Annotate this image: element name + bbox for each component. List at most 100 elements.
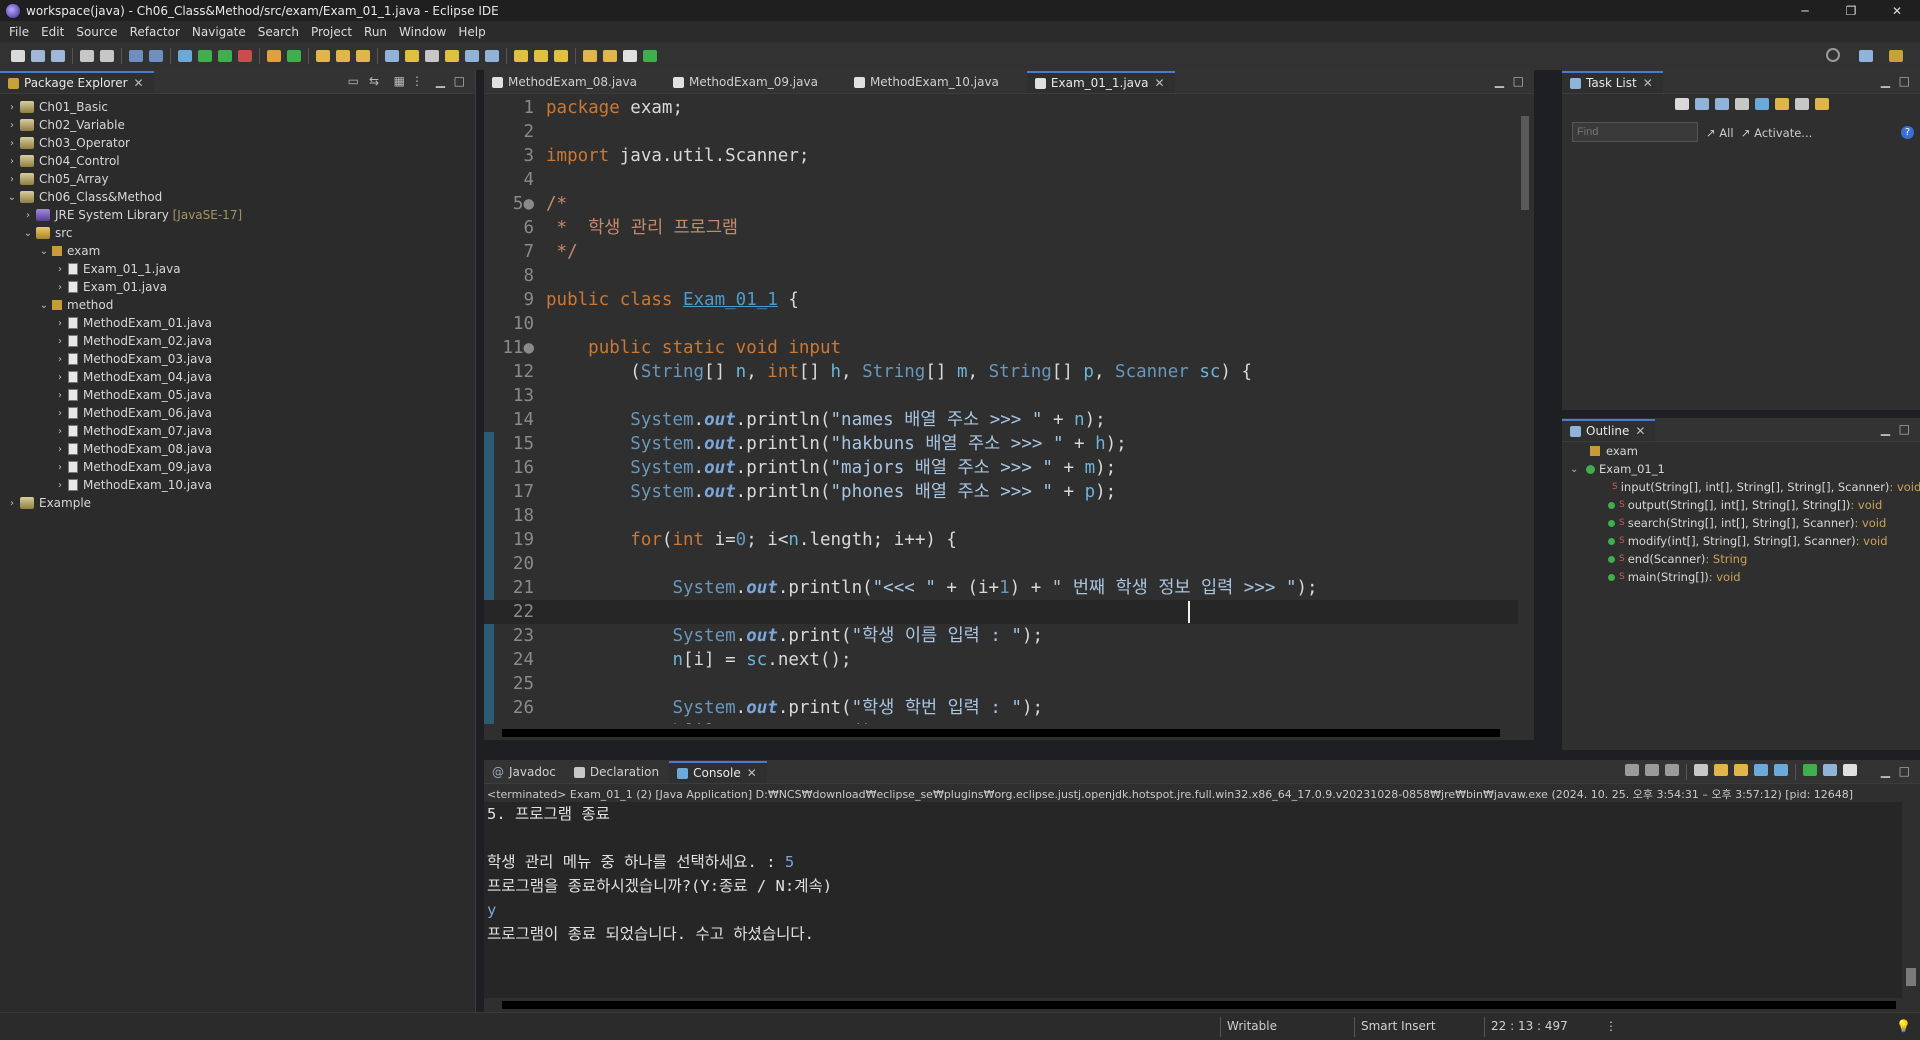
all-link[interactable]: All [1719, 126, 1733, 140]
editor-vertical-scrollbar[interactable] [1518, 98, 1532, 726]
outline-item-package[interactable]: exam [1562, 442, 1920, 460]
tab-declaration[interactable]: Declaration [566, 761, 669, 783]
toggle-mark-occurrences-icon[interactable] [385, 50, 399, 62]
tab-outline[interactable]: Outline ✕ [1562, 419, 1656, 441]
minimize-icon[interactable]: ▁ [1881, 74, 1890, 88]
maximize-icon[interactable]: □ [1513, 74, 1524, 88]
status-insert-mode[interactable]: Smart Insert [1361, 1019, 1436, 1033]
open-type-icon[interactable] [316, 50, 330, 62]
console-horizontal-scrollbar[interactable] [484, 998, 1920, 1012]
minimize-icon[interactable]: ▁ [1881, 764, 1890, 778]
outline-item-method[interactable]: Soutput(String[], int[], String[], Strin… [1562, 496, 1920, 514]
outline-item-method[interactable]: Sinput(String[], int[], String[], String… [1562, 478, 1920, 496]
terminal-icon[interactable] [129, 50, 143, 62]
tree-item-project[interactable]: › Ch02_Variable [0, 116, 475, 134]
chevron-right-icon[interactable]: › [22, 210, 34, 221]
last-edit-location-icon[interactable] [554, 50, 568, 62]
new-class-icon[interactable] [287, 50, 301, 62]
new-java-project-icon[interactable] [267, 50, 281, 62]
outline-item-method[interactable]: Smain(String[]) : void [1562, 568, 1920, 586]
search-icon[interactable] [1826, 48, 1840, 62]
scroll-thumb[interactable] [502, 729, 1500, 737]
menu-edit[interactable]: Edit [38, 25, 73, 39]
block-selection-icon[interactable] [445, 50, 459, 62]
chevron-right-icon[interactable]: › [6, 498, 18, 509]
maximize-icon[interactable]: □ [1899, 74, 1910, 88]
outline-item-method[interactable]: Ssearch(String[], int[], String[], Scann… [1562, 514, 1920, 532]
show-on-error-icon[interactable] [1774, 764, 1788, 776]
activate-link[interactable]: Activate... [1754, 126, 1812, 140]
word-wrap-icon[interactable] [1734, 764, 1748, 776]
chevron-right-icon[interactable]: › [54, 426, 66, 437]
tree-item-file[interactable]: › MethodExam_10.java [0, 476, 475, 494]
tab-package-explorer[interactable]: Package Explorer ✕ [0, 71, 154, 93]
open-console-icon[interactable] [1843, 764, 1857, 776]
maximize-icon[interactable]: □ [454, 74, 465, 88]
minimize-icon[interactable]: ▁ [1881, 422, 1890, 436]
repository-icon[interactable] [1815, 98, 1829, 110]
show-on-output-icon[interactable] [1754, 764, 1768, 776]
menu-file[interactable]: File [6, 25, 38, 39]
search-toolbar-icon[interactable] [356, 50, 370, 62]
tree-item-file[interactable]: › MethodExam_05.java [0, 386, 475, 404]
paragraph-icon[interactable] [485, 50, 499, 62]
tree-item-file[interactable]: › MethodExam_06.java [0, 404, 475, 422]
editor-horizontal-scrollbar[interactable] [484, 726, 1518, 740]
code-area[interactable]: 1 package exam; 2 3 import java.util.Scann… [484, 96, 1518, 724]
display-console-icon[interactable] [1823, 764, 1837, 776]
chevron-right-icon[interactable]: › [54, 480, 66, 491]
terminate-icon[interactable] [1625, 764, 1639, 776]
run-icon[interactable] [198, 50, 212, 62]
chevron-right-icon[interactable]: › [54, 390, 66, 401]
menu-refactor[interactable]: Refactor [127, 25, 189, 39]
tree-item-project[interactable]: ⌄ Ch06_Class&Method [0, 188, 475, 206]
chevron-down-icon[interactable]: ⌄ [22, 228, 34, 239]
remove-all-icon[interactable] [1665, 764, 1679, 776]
close-window-button[interactable]: ✕ [1874, 0, 1920, 21]
chevron-down-icon[interactable]: ⌄ [6, 192, 18, 203]
tree-item-package[interactable]: ⌄ exam [0, 242, 475, 260]
chevron-down-icon[interactable]: ⌄ [38, 300, 50, 311]
close-icon[interactable]: ✕ [747, 766, 757, 780]
menu-project[interactable]: Project [308, 25, 361, 39]
java-perspective-icon[interactable] [1889, 50, 1903, 62]
tree-item-file[interactable]: › MethodExam_09.java [0, 458, 475, 476]
tree-item-project[interactable]: › Example [0, 494, 475, 512]
maximize-icon[interactable]: □ [1899, 422, 1910, 436]
chevron-right-icon[interactable]: › [6, 102, 18, 113]
chevron-right-icon[interactable]: › [54, 282, 66, 293]
tree-item-file[interactable]: › MethodExam_08.java [0, 440, 475, 458]
menu-source[interactable]: Source [73, 25, 126, 39]
console-output[interactable]: 5. 프로그램 종료 학생 관리 메뉴 중 하나를 선택하세요. : 5 프로그… [484, 802, 1902, 998]
tab-task-list[interactable]: Task List ✕ [1562, 71, 1663, 93]
restore-button[interactable]: ❐ [1828, 0, 1874, 21]
word-wrap-icon[interactable] [465, 50, 479, 62]
minimize-icon[interactable]: ▁ [1495, 74, 1504, 88]
editor-tab[interactable]: MethodExam_10.java [846, 71, 1009, 93]
lightbulb-icon[interactable]: 💡 [1896, 1019, 1911, 1033]
link-with-editor-icon[interactable]: ⇆ [369, 74, 379, 88]
view-menu-icon[interactable]: ⋮ [411, 74, 423, 88]
scheduled-icon[interactable] [1715, 98, 1729, 110]
toggle-highlight-icon[interactable] [405, 50, 419, 62]
menu-navigate[interactable]: Navigate [189, 25, 255, 39]
collapse-all-icon[interactable]: ▭ [348, 74, 359, 88]
chevron-right-icon[interactable]: › [54, 462, 66, 473]
tree-item-package[interactable]: ⌄ method [0, 296, 475, 314]
filter-icon[interactable]: ▦ [394, 74, 405, 88]
sync-icon[interactable] [1775, 98, 1789, 110]
chevron-right-icon[interactable]: › [54, 318, 66, 329]
close-icon[interactable]: ✕ [134, 76, 144, 90]
chevron-down-icon[interactable]: ⌄ [38, 246, 50, 257]
debug-icon[interactable] [178, 50, 192, 62]
tree-item-project[interactable]: › Ch04_Control [0, 152, 475, 170]
chevron-right-icon[interactable]: › [6, 174, 18, 185]
previous-annotation-icon[interactable] [534, 50, 548, 62]
scroll-thumb[interactable] [502, 1001, 1896, 1009]
chevron-right-icon[interactable]: › [54, 408, 66, 419]
close-icon[interactable]: ✕ [1635, 424, 1645, 438]
menu-help[interactable]: Help [455, 25, 494, 39]
help-icon[interactable]: ? [1901, 126, 1914, 139]
back-icon[interactable] [583, 50, 597, 62]
next-annotation-icon[interactable] [514, 50, 528, 62]
